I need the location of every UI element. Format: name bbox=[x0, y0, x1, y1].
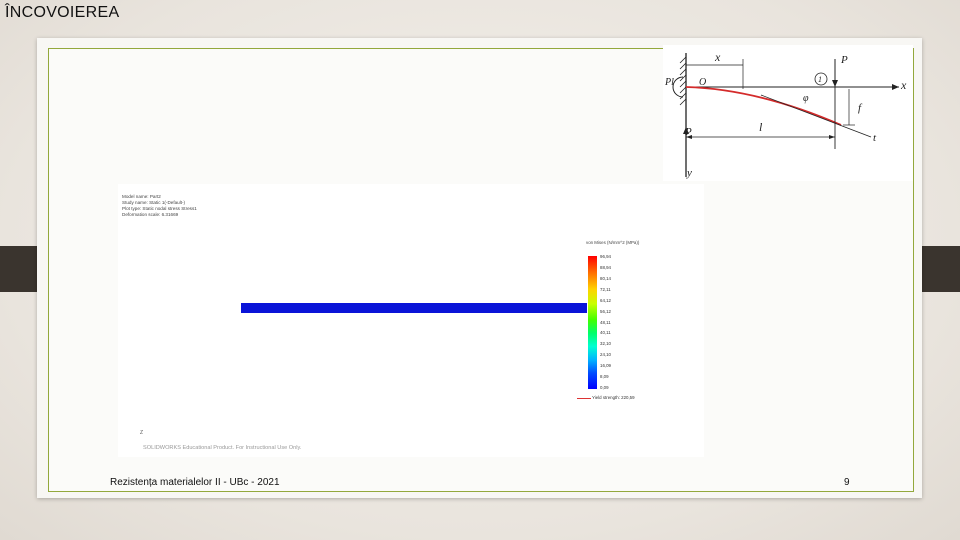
colorbar-tick-label: 80,14 bbox=[600, 275, 611, 281]
label-circle-1: 1 bbox=[818, 75, 822, 84]
simulation-header: Model name: Part2 Study name: Static 1(-… bbox=[122, 194, 197, 218]
colorbar-tick-label: 0,09 bbox=[600, 385, 609, 390]
label-p-bottom: P bbox=[684, 126, 692, 138]
label-origin: O bbox=[699, 77, 706, 88]
label-f: f bbox=[858, 102, 863, 114]
colorbar-tick-label: 24,10 bbox=[600, 352, 611, 358]
colorbar-tick-label: 88,94 bbox=[600, 264, 611, 270]
legend-title: von Mises (N/mm^2 (MPa)) bbox=[586, 240, 640, 245]
yield-marker-line bbox=[577, 398, 591, 399]
wall-hatch bbox=[679, 56, 687, 106]
label-t: t bbox=[873, 132, 877, 144]
header-line: Deformation scale: 6.31669 bbox=[122, 212, 179, 217]
label-x-top: x bbox=[714, 50, 721, 64]
label-x-axis: x bbox=[900, 78, 907, 92]
colorbar-tick-label: 32,10 bbox=[600, 341, 611, 347]
beam-model bbox=[241, 303, 587, 313]
colorbar-tick-label: 16,09 bbox=[600, 363, 611, 369]
x-axis-arrow bbox=[892, 84, 899, 90]
label-p-top: P bbox=[840, 54, 848, 66]
colorbar-tick-label: 96,94 bbox=[600, 254, 611, 259]
cantilever-diagram-svg: x P Pl O 1 x φ f P l t y bbox=[664, 50, 907, 179]
l-dimension-arrow-right bbox=[829, 135, 835, 139]
footer-course: Rezistența materialelor II - UBc - 2021 bbox=[110, 477, 280, 488]
cantilever-diagram: x P Pl O 1 x φ f P l t y bbox=[663, 45, 913, 181]
colorbar-tick-label: 72,11 bbox=[600, 286, 611, 292]
load-arrow-head bbox=[832, 80, 838, 87]
label-y-axis: y bbox=[686, 167, 692, 179]
colorbar-tick-label: 64,12 bbox=[600, 297, 611, 303]
yield-strength-label: Yield strength: 220,59 bbox=[592, 395, 635, 400]
simulation-panel: Model name: Part2 Study name: Static 1(-… bbox=[118, 184, 704, 457]
stress-colorbar bbox=[588, 256, 597, 389]
colorbar-tick-label: 48,11 bbox=[600, 319, 611, 325]
colorbar-tick-label: 8,09 bbox=[600, 374, 609, 380]
slide-title: ÎNCOVOIEREA bbox=[5, 4, 120, 21]
colorbar-tick-label: 56,12 bbox=[600, 308, 611, 314]
axis-triad-icon: Z bbox=[140, 430, 144, 436]
label-phi: φ bbox=[803, 93, 809, 104]
label-length: l bbox=[759, 120, 763, 134]
tangent-line bbox=[760, 94, 872, 138]
page-number: 9 bbox=[844, 477, 850, 488]
colorbar-tick-label: 40,11 bbox=[600, 330, 611, 336]
elastic-curve bbox=[685, 86, 842, 126]
watermark: SOLIDWORKS Educational Product. For Inst… bbox=[143, 445, 302, 451]
label-pl: Pl bbox=[664, 77, 674, 88]
